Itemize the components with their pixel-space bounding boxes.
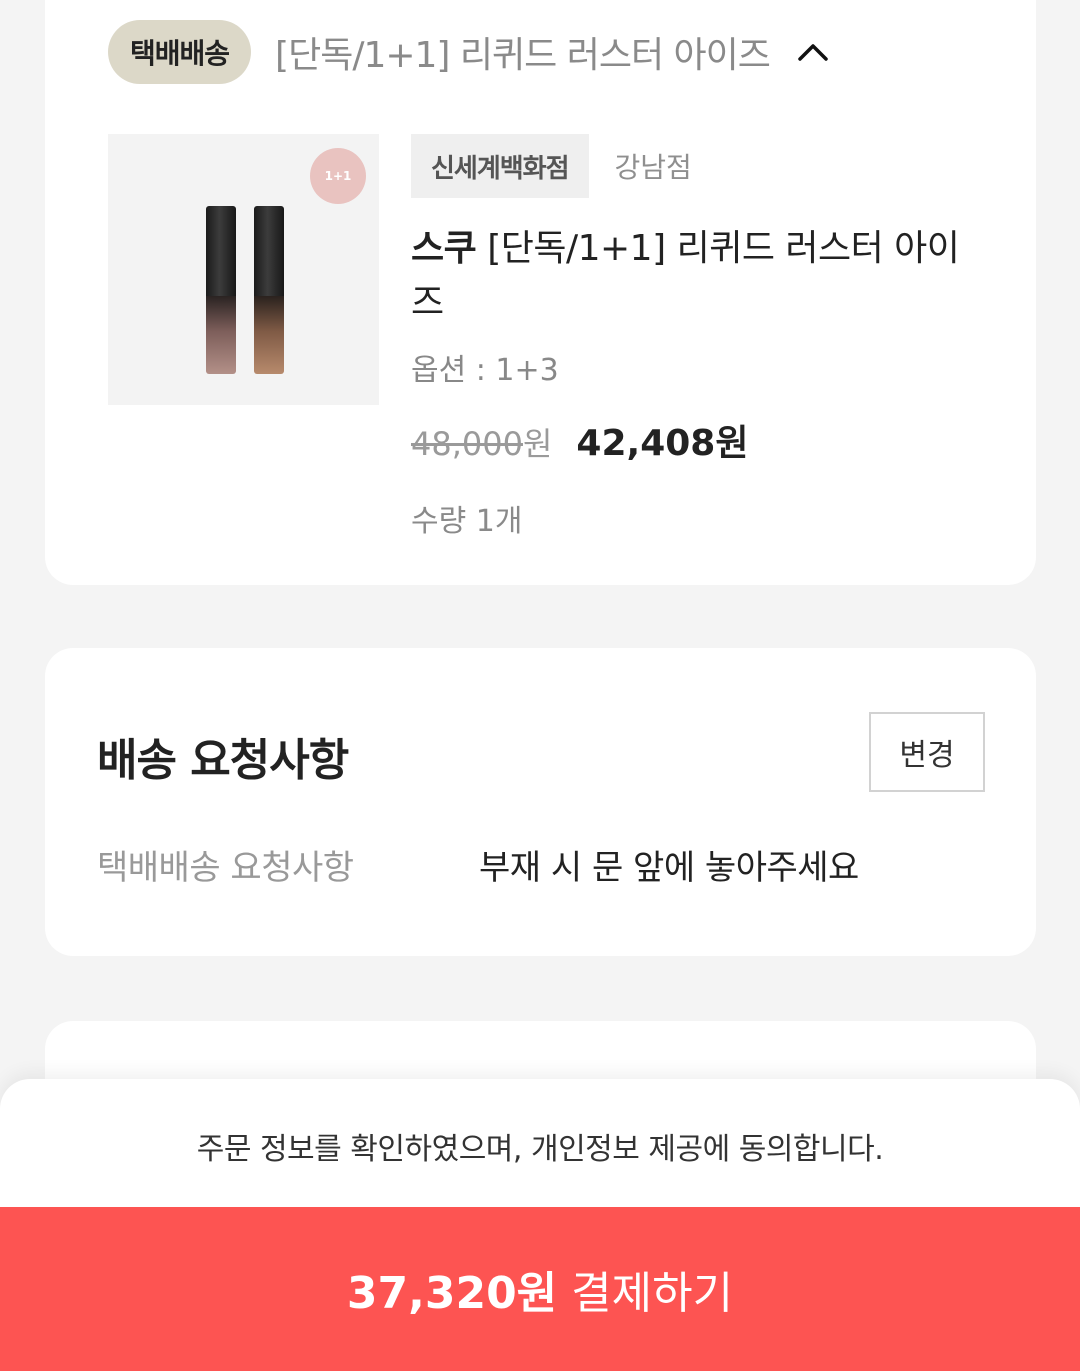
pay-button[interactable]: 37,320원 결제하기 <box>0 1207 1080 1371</box>
delivery-request-label: 택배배송 요청사항 <box>97 848 354 888</box>
order-page: 택배배송 [단독/1+1] 리퀴드 러스터 아이즈 1+1 신세계백화점 강남점… <box>0 0 1080 1371</box>
sale-price: 42,408원 <box>576 423 749 464</box>
product-name[interactable]: 스쿠 [단독/1+1] 리퀴드 러스터 아이즈 <box>411 222 971 330</box>
store-name: 신세계백화점 <box>411 134 589 198</box>
original-price: 48,000원 <box>411 425 553 463</box>
product-tube-right <box>254 206 284 374</box>
chevron-up-icon[interactable] <box>796 35 830 69</box>
price-row: 48,000원 42,408원 <box>411 414 748 466</box>
pay-amount: 37,320원 <box>346 1268 558 1319</box>
store-branch: 강남점 <box>614 151 692 184</box>
store-info: 신세계백화점 강남점 <box>411 134 692 198</box>
shipping-group-header[interactable]: 택배배송 [단독/1+1] 리퀴드 러스터 아이즈 <box>108 20 830 84</box>
shipping-group-title: [단독/1+1] 리퀴드 러스터 아이즈 <box>275 35 771 76</box>
delivery-request-card: 배송 요청사항 변경 택배배송 요청사항 부재 시 문 앞에 놓아주세요 <box>45 648 1036 956</box>
product-quantity: 수량 1개 <box>411 504 523 539</box>
delivery-request-value: 부재 시 문 앞에 놓아주세요 <box>479 848 859 888</box>
one-plus-one-badge: 1+1 <box>310 148 366 204</box>
product-card: 택배배송 [단독/1+1] 리퀴드 러스터 아이즈 1+1 신세계백화점 강남점… <box>45 0 1036 585</box>
shipping-badge: 택배배송 <box>108 20 252 84</box>
change-button[interactable]: 변경 <box>869 712 985 792</box>
pay-label: 결제하기 <box>571 1268 734 1319</box>
product-brand: 스쿠 <box>411 228 477 269</box>
product-image[interactable]: 1+1 <box>108 134 379 405</box>
product-tube-left <box>206 206 236 374</box>
product-option: 옵션 : 1+3 <box>411 353 559 388</box>
delivery-request-title: 배송 요청사항 <box>97 735 349 786</box>
agreement-text: 주문 정보를 확인하였으며, 개인정보 제공에 동의합니다. <box>196 1132 884 1167</box>
product-title: [단독/1+1] 리퀴드 러스터 아이즈 <box>411 228 960 323</box>
